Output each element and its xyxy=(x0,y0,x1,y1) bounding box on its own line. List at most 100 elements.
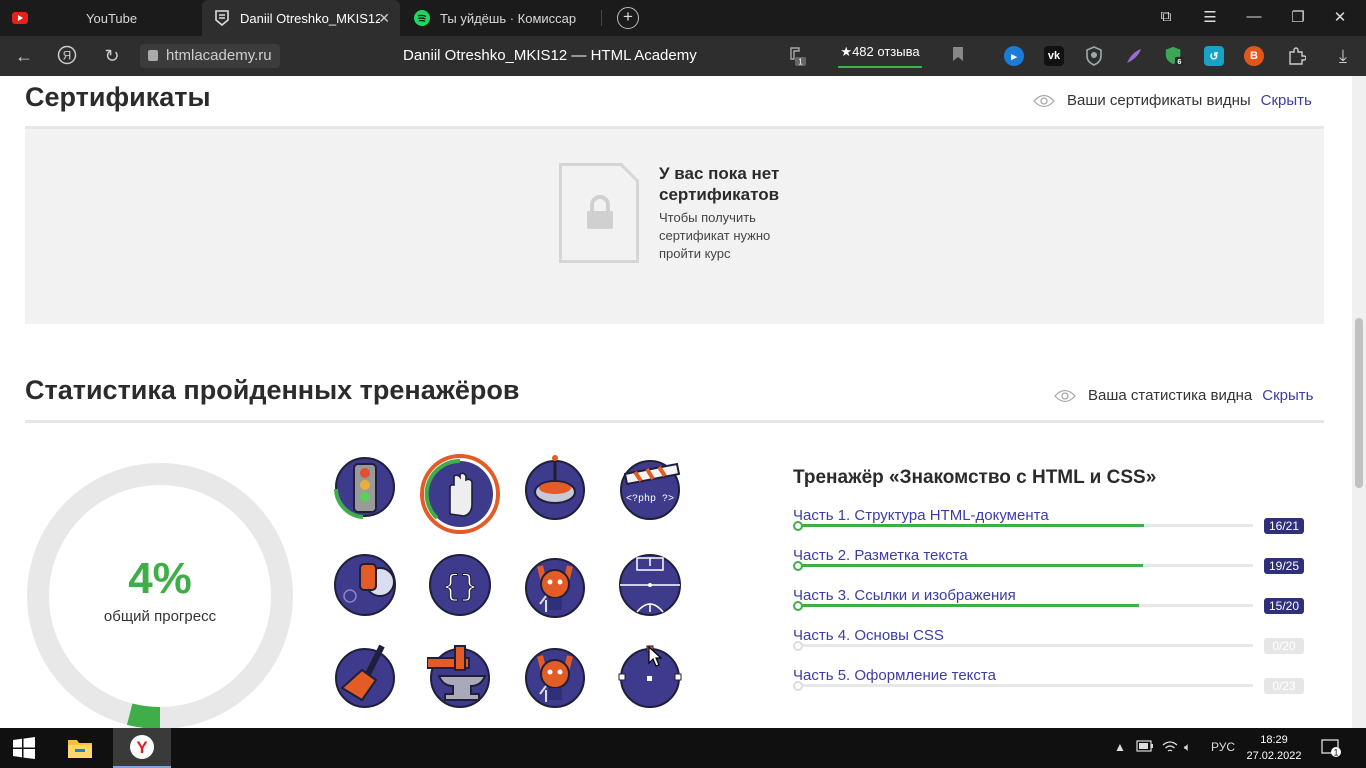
b-ext-icon[interactable]: B xyxy=(1244,46,1264,66)
hand-badge[interactable] xyxy=(420,454,500,534)
hide-certificates-link[interactable]: Скрыть xyxy=(1261,92,1312,109)
volume-icon[interactable]: 🔈︎ xyxy=(1184,740,1191,755)
page-scrollbar[interactable] xyxy=(1352,76,1366,728)
windows-logo-icon xyxy=(13,737,35,759)
certificates-visibility-text: Ваши сертификаты видны xyxy=(1067,92,1251,109)
tray-expand-icon[interactable]: ▲ xyxy=(1114,740,1126,754)
menu-icon[interactable]: ☰ xyxy=(1200,8,1220,26)
trainer-part-link[interactable]: Часть 3. Ссылки и изображения xyxy=(793,587,1016,604)
bookmark-icon[interactable] xyxy=(947,45,969,67)
stats-visibility: Ваша статистика видна Скрыть xyxy=(1054,387,1313,404)
url-field[interactable]: htmlacademy.ru xyxy=(140,44,280,68)
clock-date: 27.02.2022 xyxy=(1246,750,1302,762)
trainer-part-link[interactable]: Часть 1. Структура HTML-документа xyxy=(793,507,1049,524)
hide-stats-link[interactable]: Скрыть xyxy=(1262,387,1313,404)
trainer-part-row[interactable]: Часть 1. Структура HTML-документа 16/21 xyxy=(793,507,1313,547)
folder-icon xyxy=(68,740,92,758)
trainer-part-row[interactable]: Часть 4. Основы CSS 0/20 xyxy=(793,627,1313,667)
part-progress-dot xyxy=(793,561,803,571)
trainer-part-link[interactable]: Часть 2. Разметка текста xyxy=(793,547,968,564)
cat-badge-2[interactable] xyxy=(522,642,588,708)
part-count-badge: 16/21 xyxy=(1264,518,1304,534)
eye-icon xyxy=(1054,389,1076,402)
trainer-title: Тренажёр «Знакомство с HTML и CSS» xyxy=(793,467,1157,488)
tab-label: Daniil Otreshko_MKIS12 xyxy=(240,10,380,26)
svg-text:<?php ?>: <?php ?> xyxy=(626,493,674,505)
reviews-text: ★482 отзыва xyxy=(840,44,920,59)
clock-time: 18:29 xyxy=(1260,734,1288,746)
adguard-count: 6 xyxy=(1177,57,1181,66)
mouse-cursor-icon xyxy=(648,646,663,667)
tab-manager-icon[interactable]: ⧉ xyxy=(1156,8,1176,25)
tab-label: YouTube xyxy=(86,10,138,26)
stats-title: Статистика пройденных тренажёров xyxy=(25,375,520,405)
page-content: Сертификаты Ваши сертификаты видны Скрыт… xyxy=(0,76,1352,728)
part-progress-dot xyxy=(793,641,803,651)
url-text: htmlacademy.ru xyxy=(166,47,272,64)
vk-icon[interactable]: vk xyxy=(1044,46,1064,66)
minimize-button[interactable]: — xyxy=(1244,8,1264,25)
eye-icon xyxy=(1033,94,1055,107)
new-tab-button[interactable]: + xyxy=(617,7,639,29)
yandex-browser-taskbar-button[interactable]: Y xyxy=(113,728,171,768)
trainer-part-row[interactable]: Часть 2. Разметка текста 19/25 xyxy=(793,547,1313,587)
php-clapper-badge[interactable]: <?php ?> xyxy=(617,454,683,520)
part-progress-track xyxy=(795,684,1253,687)
tab-label: Ты уйдёшь · Комиссар xyxy=(440,10,577,26)
paint-brush-badge[interactable] xyxy=(332,642,398,708)
translate-ext-icon[interactable]: ↺ xyxy=(1204,46,1224,66)
robot-badge[interactable] xyxy=(332,552,398,618)
cat-badge[interactable] xyxy=(522,552,588,618)
download-icon[interactable]: ⤓ xyxy=(1332,45,1354,67)
language-indicator[interactable]: РУС xyxy=(1211,740,1235,754)
restore-button[interactable]: ❐ xyxy=(1288,8,1308,26)
trainer-part-link[interactable]: Часть 4. Основы CSS xyxy=(793,627,944,644)
tab-count-badge: 1 xyxy=(798,58,803,67)
youtube-icon xyxy=(12,10,28,26)
notifications-button[interactable]: 1 xyxy=(1316,728,1346,768)
tab-youtube[interactable]: YouTube xyxy=(0,0,200,36)
divider xyxy=(25,420,1324,423)
traffic-light-badge[interactable] xyxy=(330,454,396,520)
windows-taskbar: Y ▲ 🔈︎ РУС 18:29 27.02.2022 1 xyxy=(0,728,1366,768)
back-button[interactable]: ← xyxy=(13,45,35,67)
reload-button[interactable]: ↻ xyxy=(101,45,123,67)
start-button[interactable] xyxy=(0,728,48,768)
adguard-icon[interactable]: 6 xyxy=(1164,46,1184,66)
trainer-part-row[interactable]: Часть 5. Оформление текста 0/23 xyxy=(793,667,1313,707)
part-progress-fill xyxy=(795,604,1139,607)
trainer-part-link[interactable]: Часть 5. Оформление текста xyxy=(793,667,996,684)
system-clock[interactable]: 18:29 27.02.2022 xyxy=(1244,732,1304,764)
progress-percent: 4% xyxy=(128,554,192,603)
close-window-button[interactable]: ✕ xyxy=(1330,8,1350,26)
extensions-puzzle-icon[interactable] xyxy=(1287,46,1307,66)
battery-icon[interactable] xyxy=(1136,740,1154,755)
extension-blue-icon[interactable]: ▸ xyxy=(1004,46,1024,66)
certificates-empty-box: У вас пока нет сертификатов Чтобы получи… xyxy=(25,129,1324,324)
no-certificates-text: Чтобы получить сертификат нужно пройти к… xyxy=(659,210,771,261)
scrollbar-thumb[interactable] xyxy=(1355,318,1363,488)
htmlacademy-icon xyxy=(214,10,230,26)
shield-ext-icon[interactable] xyxy=(1084,46,1104,66)
lock-icon xyxy=(148,50,158,61)
part-progress-fill xyxy=(795,564,1144,567)
part-progress-track xyxy=(795,644,1253,647)
file-explorer-button[interactable] xyxy=(56,728,104,768)
svg-text:Я: Я xyxy=(63,49,72,63)
no-certificates-title: У вас пока нет сертификатов xyxy=(659,164,780,204)
tab-htmlacademy[interactable]: Daniil Otreshko_MKIS12 ✕ xyxy=(202,0,400,36)
field-badge[interactable] xyxy=(617,552,683,618)
yandex-button[interactable]: Я xyxy=(56,45,78,67)
spinning-top-badge[interactable] xyxy=(522,454,588,520)
tab-spotify[interactable]: Ты уйдёшь · Комиссар xyxy=(402,0,600,36)
wifi-icon[interactable] xyxy=(1162,740,1178,757)
trainer-part-row[interactable]: Часть 3. Ссылки и изображения 15/20 xyxy=(793,587,1313,627)
tab-stack-icon[interactable]: 1 xyxy=(786,45,808,67)
close-tab-icon[interactable]: ✕ xyxy=(378,10,390,27)
reviews-bar xyxy=(838,66,922,68)
anvil-badge[interactable] xyxy=(427,642,493,708)
feather-ext-icon[interactable] xyxy=(1124,46,1144,66)
yandex-browser-icon: Y xyxy=(130,735,154,759)
reviews-badge[interactable]: ★482 отзыва xyxy=(838,44,922,68)
braces-badge[interactable]: {} xyxy=(427,552,493,618)
